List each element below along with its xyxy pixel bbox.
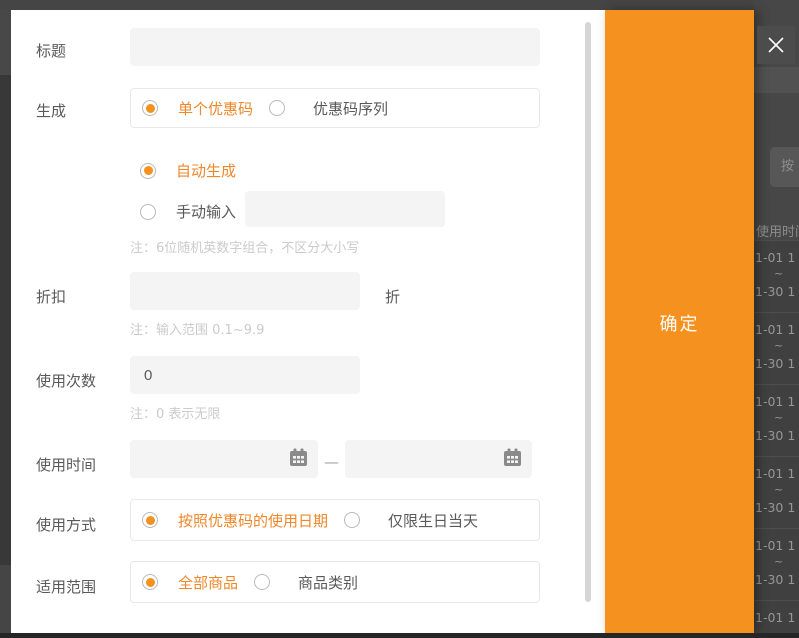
usage-count-label: 使用次数 — [36, 370, 96, 391]
overlay-band-top — [0, 0, 799, 10]
row-end-date: 1-30 1 — [755, 572, 795, 587]
radio-by-coupon-date[interactable] — [142, 512, 158, 528]
row-end-date: 1-30 1 — [755, 356, 795, 371]
background-table: 1-01 1 ~ 1-30 1 1-01 1 ~ 1-30 1 1-01 1 ~… — [754, 240, 799, 638]
scope-label: 适用范围 — [36, 576, 96, 597]
radio-code-series[interactable] — [269, 100, 285, 116]
scope-option-group: 全部商品 商品类别 — [130, 561, 540, 603]
manual-input-label[interactable]: 手动输入 — [176, 201, 236, 222]
row-range-tilde: ~ — [774, 555, 783, 568]
background-panel-edge — [754, 67, 799, 93]
radio-birthday-only[interactable] — [344, 512, 360, 528]
table-row: 1-01 1 ~ 1-30 1 — [754, 312, 799, 384]
code-note: 注：6位随机英数字组合，不区分大小写 — [130, 237, 359, 256]
discount-unit: 折 — [385, 286, 400, 307]
confirm-panel[interactable]: 确定 — [605, 10, 754, 633]
radio-product-category[interactable] — [254, 574, 270, 590]
background-table-header: 使用时间 — [756, 221, 799, 240]
confirm-button[interactable]: 确定 — [605, 310, 754, 336]
product-category-label[interactable]: 商品类别 — [298, 572, 358, 593]
table-row: 1-01 1 ~ 1-30 1 — [754, 528, 799, 600]
row-range-tilde: ~ — [774, 483, 783, 496]
radio-manual-input[interactable] — [140, 204, 156, 220]
row-start-date: 1-01 1 — [755, 610, 795, 625]
discount-label: 折扣 — [36, 286, 66, 307]
modal-scrollbar-thumb[interactable] — [585, 22, 591, 602]
title-input[interactable] — [130, 28, 540, 66]
radio-auto-generate[interactable] — [140, 163, 156, 179]
auto-generate-label[interactable]: 自动生成 — [176, 160, 236, 181]
row-end-date: 1-30 1 — [755, 284, 795, 299]
code-series-option-label[interactable]: 优惠码序列 — [313, 98, 388, 119]
radio-all-products[interactable] — [142, 574, 158, 590]
discount-note: 注：输入范围 0.1~9.9 — [130, 319, 264, 338]
calendar-icon — [502, 447, 523, 472]
table-row: 1-01 1 ~ 1-30 1 — [754, 384, 799, 456]
row-range-tilde: ~ — [774, 339, 783, 352]
table-row: 1-01 1 ~ 1-30 1 — [754, 240, 799, 312]
table-row: 1-01 1 ~ 1-30 1 — [754, 456, 799, 528]
row-start-date: 1-01 1 — [755, 322, 795, 337]
auto-generate-option: 自动生成 — [140, 160, 236, 181]
usage-time-label: 使用时间 — [36, 454, 96, 475]
screen: 按 使用时间 1-01 1 ~ 1-30 1 1-01 1 ~ 1-30 1 1… — [0, 0, 799, 638]
close-icon — [766, 35, 786, 55]
by-coupon-date-label[interactable]: 按照优惠码的使用日期 — [178, 510, 328, 531]
row-start-date: 1-01 1 — [755, 538, 795, 553]
row-start-date: 1-01 1 — [755, 394, 795, 409]
calendar-icon — [288, 447, 309, 472]
usage-method-option-group: 按照优惠码的使用日期 仅限生日当天 — [130, 499, 540, 541]
overlay-strip-left — [0, 10, 11, 638]
row-end-date: 1-30 1 — [755, 428, 795, 443]
row-range-tilde: ~ — [774, 411, 783, 424]
row-start-date: 1-01 1 — [755, 466, 795, 481]
row-range-tilde: ~ — [774, 267, 783, 280]
usage-count-input[interactable] — [130, 356, 360, 394]
overlay-left-bottom-segment — [0, 565, 11, 638]
start-date-picker[interactable] — [130, 440, 318, 478]
birthday-only-label[interactable]: 仅限生日当天 — [388, 510, 478, 531]
usage-count-note: 注：0 表示无限 — [130, 403, 220, 422]
generate-option-group: 单个优惠码 优惠码序列 — [130, 88, 540, 128]
title-label: 标题 — [36, 40, 66, 61]
manual-code-input[interactable] — [245, 191, 445, 227]
discount-input[interactable] — [130, 272, 360, 310]
overlay-band-bottom — [0, 633, 799, 638]
overlay-left-light-segment — [0, 10, 11, 75]
date-range-separator: — — [324, 453, 339, 471]
radio-single-code[interactable] — [142, 100, 158, 116]
end-date-picker[interactable] — [345, 440, 532, 478]
coupon-dialog: 标题 生成 单个优惠码 优惠码序列 自动生成 手动输入 注：6位随机英数字组合，… — [11, 10, 605, 633]
usage-method-label: 使用方式 — [36, 514, 96, 535]
row-end-date: 1-30 1 — [755, 500, 795, 515]
manual-input-option: 手动输入 — [140, 201, 236, 222]
background-filter-button: 按 — [770, 147, 799, 187]
all-products-label[interactable]: 全部商品 — [178, 572, 238, 593]
single-code-option-label[interactable]: 单个优惠码 — [178, 98, 253, 119]
background-page-strip: 按 使用时间 1-01 1 ~ 1-30 1 1-01 1 ~ 1-30 1 1… — [754, 0, 799, 638]
generate-label: 生成 — [36, 100, 66, 121]
row-start-date: 1-01 1 — [755, 250, 795, 265]
close-button[interactable] — [757, 26, 795, 64]
